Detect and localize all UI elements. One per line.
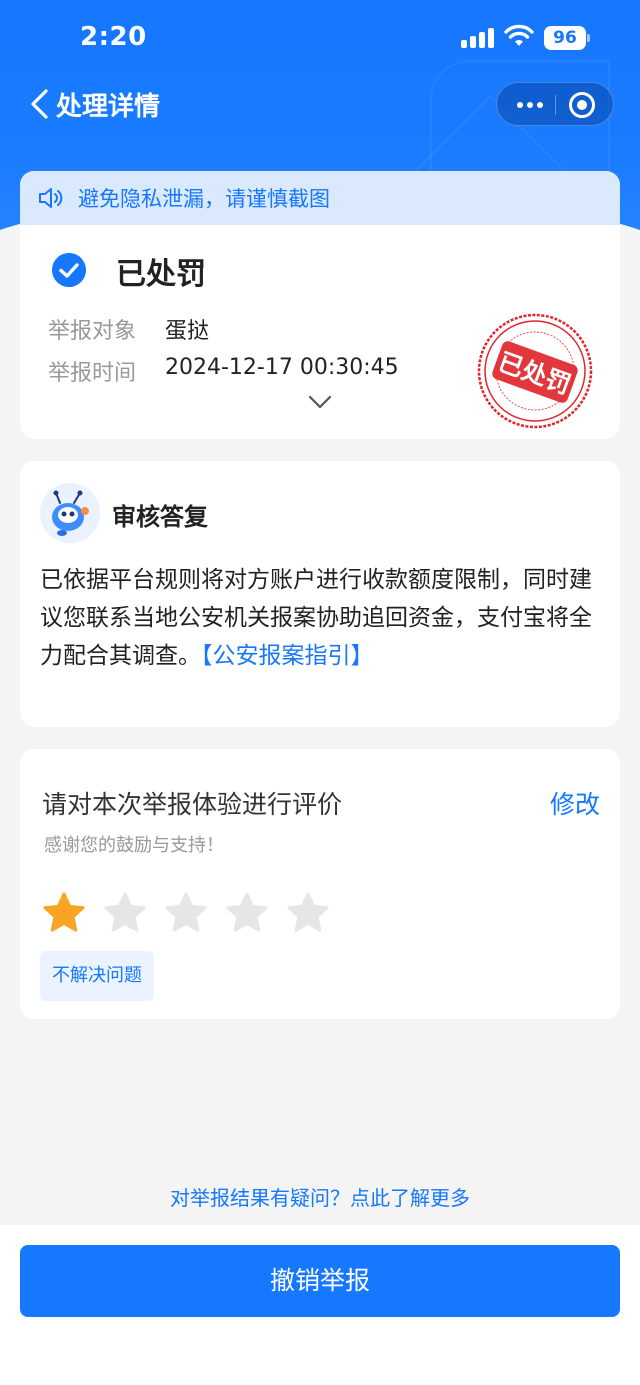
police-report-guide-link[interactable]: 【公安报案指引】: [201, 643, 374, 669]
review-body: 已依据平台规则将对方账户进行收款额度限制，同时建议您联系当地公安机关报案协助追回…: [40, 561, 600, 675]
report-time-value: 2024-12-17 00:30:45: [165, 355, 399, 380]
privacy-notice-text: 避免隐私泄漏，请谨慎截图: [78, 187, 330, 211]
result-card: 避免隐私泄漏，请谨慎截图 已处罚 举报对象 蛋挞 举报时间 2024-12-17…: [20, 171, 620, 439]
status-bar: 2:20 96: [0, 0, 640, 76]
speaker-icon: [39, 188, 63, 208]
help-link[interactable]: 对举报结果有疑问？点此了解更多: [0, 1182, 640, 1211]
feedback-tag[interactable]: 不解决问题: [40, 951, 154, 1001]
star-icon[interactable]: [164, 891, 208, 935]
report-target-label: 举报对象: [48, 319, 137, 344]
wifi-icon: [504, 24, 534, 46]
page-title[interactable]: 处理详情: [56, 86, 160, 123]
close-mini-program-icon[interactable]: [569, 92, 595, 118]
cancel-report-button[interactable]: 撤销举报: [20, 1245, 620, 1317]
penalty-stamp: 已处罚: [477, 313, 593, 429]
expand-chevron-down-icon[interactable]: [308, 395, 332, 409]
battery-level: 96: [544, 26, 586, 50]
star-rating[interactable]: [42, 891, 362, 939]
star-icon[interactable]: [103, 891, 147, 935]
rating-title: 请对本次举报体验进行评价: [42, 790, 343, 819]
back-arrow-icon[interactable]: [28, 88, 52, 120]
result-status: 已处罚: [116, 257, 206, 292]
check-circle-icon: [52, 253, 86, 287]
privacy-notice: 避免隐私泄漏，请谨慎截图: [20, 171, 620, 225]
star-icon[interactable]: [42, 891, 86, 935]
report-target-value: 蛋挞: [165, 319, 210, 344]
status-time: 2:20: [80, 22, 147, 52]
mini-program-capsule: [496, 82, 614, 126]
cellular-signal-icon: [461, 28, 495, 48]
star-icon[interactable]: [225, 891, 269, 935]
report-time-label: 举报时间: [48, 361, 137, 386]
edit-rating-button[interactable]: 修改: [550, 785, 600, 821]
review-card: 审核答复 已依据平台规则将对方账户进行收款额度限制，同时建议您联系当地公安机关报…: [20, 461, 620, 727]
review-title: 审核答复: [112, 503, 208, 531]
rating-subtitle: 感谢您的鼓励与支持！: [44, 835, 224, 856]
more-icon[interactable]: [513, 83, 547, 127]
star-icon[interactable]: [286, 891, 330, 935]
navigation-bar: 处理详情: [0, 78, 640, 132]
bottom-bar: 撤销举报: [0, 1225, 640, 1385]
rating-card: 请对本次举报体验进行评价 修改 感谢您的鼓励与支持！ 不解决问题: [20, 749, 620, 1019]
mascot-avatar: [40, 483, 100, 543]
battery-icon: 96: [544, 26, 590, 50]
